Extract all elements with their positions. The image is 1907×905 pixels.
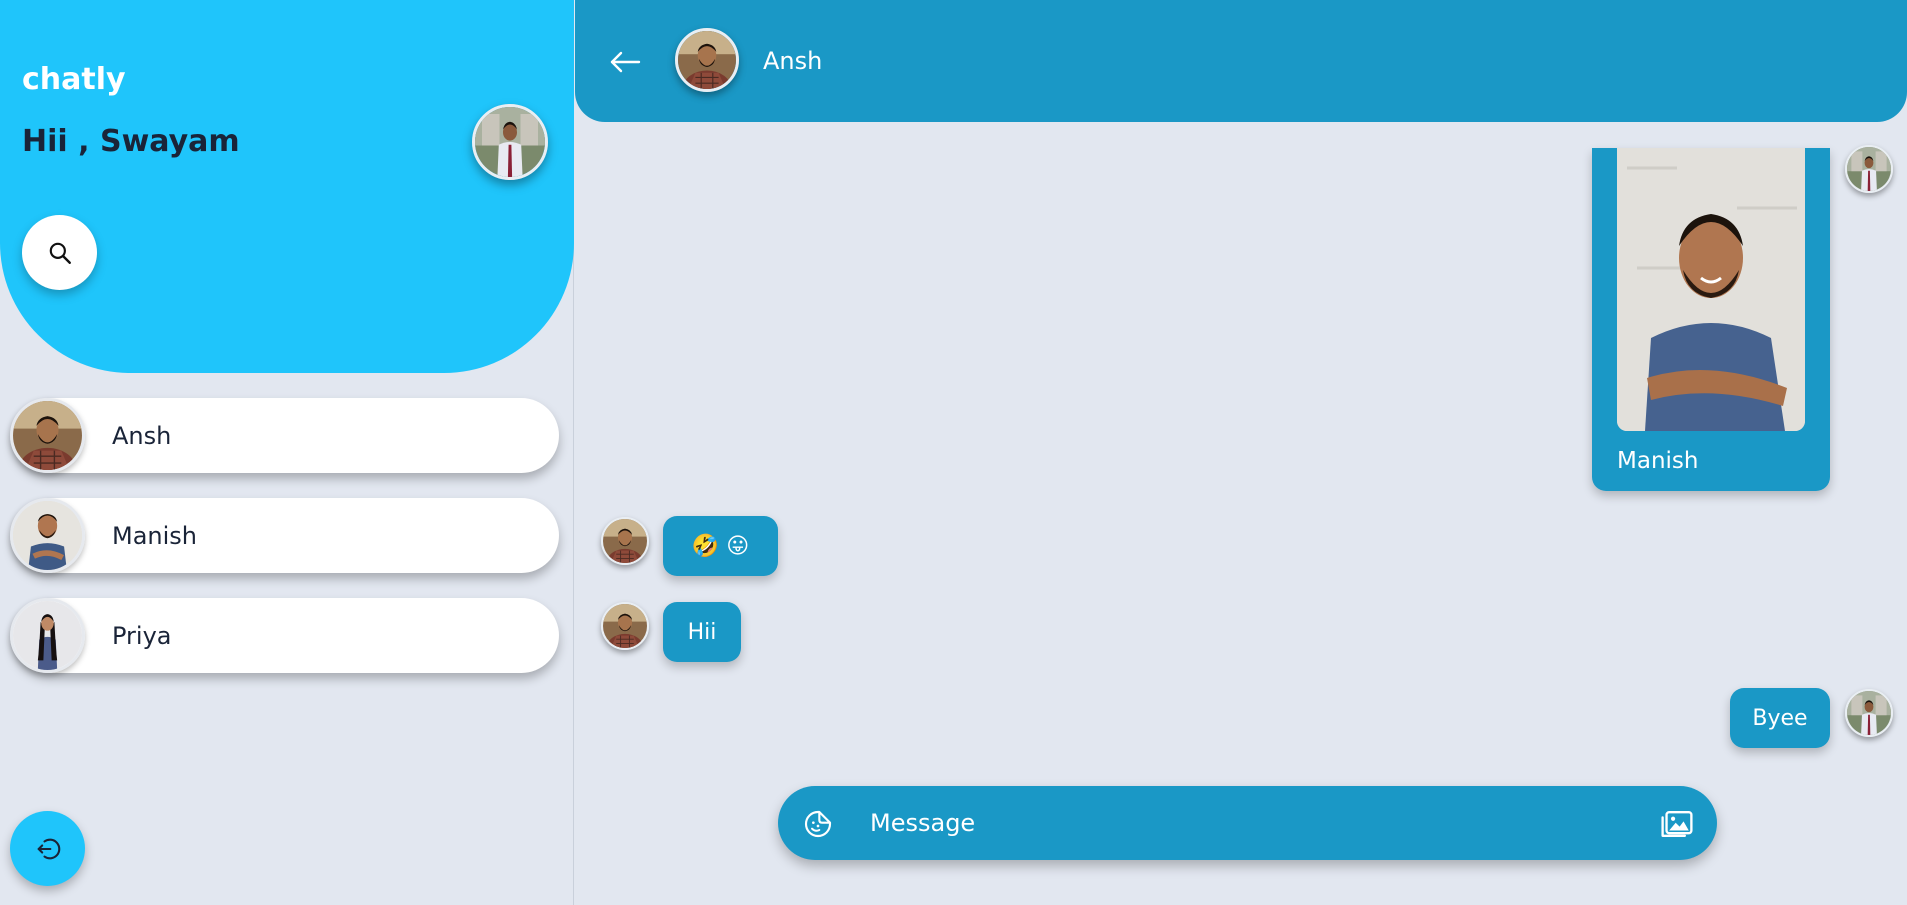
- message-bubble[interactable]: 🤣 😛: [663, 516, 778, 576]
- arrow-left-icon: [610, 51, 641, 73]
- message-composer: [778, 786, 1717, 860]
- shared-photo[interactable]: [1617, 148, 1805, 431]
- message-text: Byee: [1752, 705, 1808, 731]
- chat-contact-name: Ansh: [763, 47, 823, 75]
- sticker-button[interactable]: [802, 808, 834, 840]
- search-button[interactable]: [22, 215, 97, 290]
- greeting: Hii , Swayam: [22, 124, 240, 159]
- message-bubble[interactable]: Hii: [663, 602, 741, 662]
- my-message-avatar: [1845, 689, 1893, 737]
- message-bubble[interactable]: Byee: [1730, 688, 1830, 748]
- logout-button[interactable]: [10, 811, 85, 886]
- contact-item-priya[interactable]: Priya: [10, 598, 559, 673]
- logout-icon: [37, 838, 60, 859]
- sidebar: chatly Hii , Swayam Ansh Manish Priya: [0, 0, 574, 905]
- attach-image-button[interactable]: [1660, 808, 1694, 840]
- my-avatar[interactable]: [472, 104, 548, 180]
- image-icon: [1661, 811, 1693, 837]
- app-name: chatly: [22, 62, 126, 97]
- message-text: 🤣 😛: [691, 533, 750, 559]
- contact-item-manish[interactable]: Manish: [10, 498, 559, 573]
- chat-contact-avatar[interactable]: [675, 28, 739, 92]
- contact-name: Ansh: [112, 422, 172, 450]
- image-message[interactable]: Manish: [1592, 148, 1830, 491]
- sender-avatar: [601, 602, 649, 650]
- contact-name: Manish: [112, 522, 198, 550]
- message-input[interactable]: [870, 798, 1610, 848]
- sender-avatar: [601, 517, 649, 565]
- back-button[interactable]: [607, 44, 643, 80]
- contact-item-ansh[interactable]: Ansh: [10, 398, 559, 473]
- avatar: [10, 598, 85, 673]
- sticker-icon: [804, 810, 832, 838]
- sidebar-header: chatly Hii , Swayam: [0, 0, 574, 373]
- search-icon: [49, 242, 71, 264]
- avatar: [10, 498, 85, 573]
- avatar: [10, 398, 85, 473]
- my-message-avatar: [1845, 145, 1893, 193]
- message-text: Hii: [687, 619, 717, 645]
- image-caption: Manish: [1617, 448, 1699, 474]
- chat-header: Ansh: [575, 0, 1907, 122]
- contact-name: Priya: [112, 622, 172, 650]
